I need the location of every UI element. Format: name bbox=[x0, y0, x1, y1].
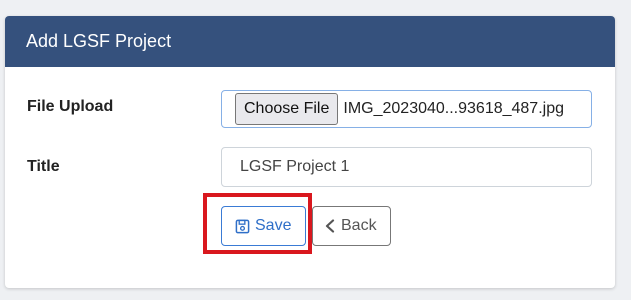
save-button[interactable]: Save bbox=[221, 206, 306, 246]
title-input[interactable] bbox=[221, 147, 592, 187]
save-button-label: Save bbox=[255, 217, 291, 235]
selected-file-name: IMG_2023040...93618_487.jpg bbox=[343, 100, 564, 118]
panel-title: Add LGSF Project bbox=[5, 16, 615, 67]
title-label: Title bbox=[27, 158, 60, 176]
back-button[interactable]: Back bbox=[312, 206, 391, 246]
choose-file-button[interactable]: Choose File bbox=[235, 93, 338, 125]
floppy-disk-icon bbox=[235, 219, 250, 234]
file-upload-label: File Upload bbox=[27, 98, 113, 116]
back-button-label: Back bbox=[341, 217, 377, 235]
chevron-left-icon bbox=[324, 219, 336, 233]
file-upload-input[interactable]: Choose File IMG_2023040...93618_487.jpg bbox=[221, 90, 592, 128]
add-project-panel: Add LGSF Project File Upload Choose File… bbox=[5, 16, 615, 288]
